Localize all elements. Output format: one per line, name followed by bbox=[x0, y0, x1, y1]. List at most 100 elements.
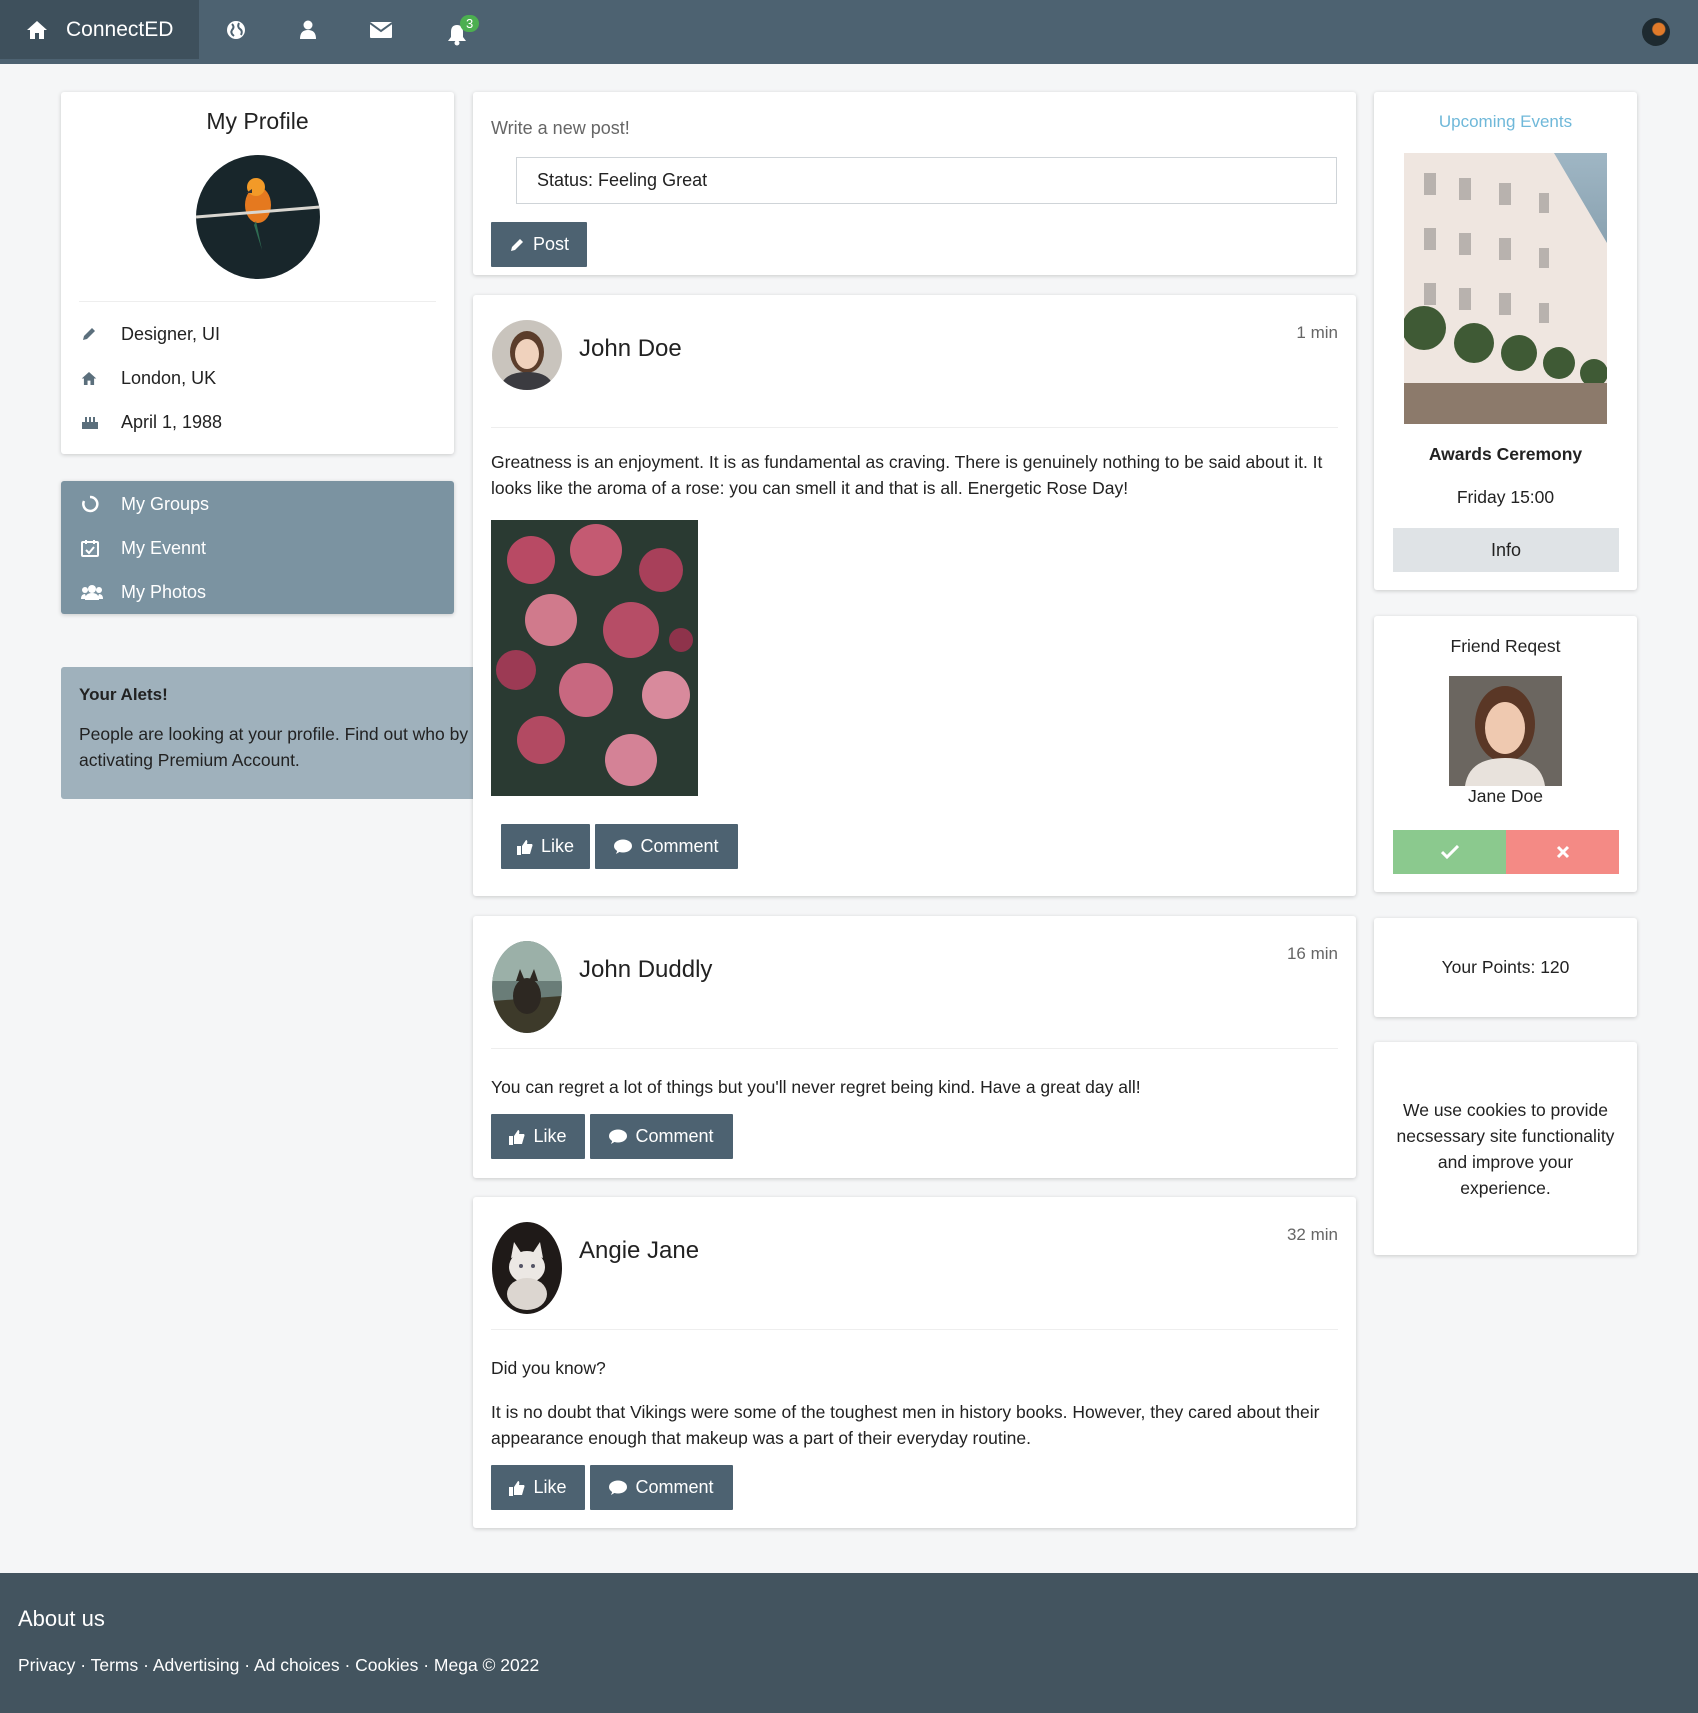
post-card: John Duddly 16 min You can regret a lot … bbox=[473, 916, 1356, 1178]
globe-nav-button[interactable] bbox=[201, 0, 271, 59]
post-header: John Duddly 16 min bbox=[473, 916, 1356, 1050]
footer-title[interactable]: About us bbox=[18, 1606, 105, 1632]
comment-button[interactable]: Comment bbox=[595, 824, 738, 869]
event-info-button[interactable]: Info bbox=[1393, 528, 1619, 572]
like-button[interactable]: Like bbox=[491, 1465, 585, 1510]
cookie-notice: We use cookies to provide necsessary sit… bbox=[1374, 1042, 1637, 1255]
footer: About us Privacy · Terms · Advertising ·… bbox=[0, 1573, 1698, 1713]
post-time: 16 min bbox=[1286, 944, 1338, 963]
alert-text: People are looking at your profile. Find… bbox=[79, 724, 469, 770]
friend-request-name[interactable]: Jane Doe bbox=[1374, 786, 1637, 807]
pencil-icon bbox=[510, 238, 523, 251]
pencil-icon bbox=[83, 328, 95, 340]
menu-label-photos: My Photos bbox=[121, 581, 207, 602]
thumbs-up-icon bbox=[509, 1129, 525, 1145]
menu-label-events: My Evennt bbox=[121, 537, 207, 558]
circle-notch-icon bbox=[82, 495, 99, 513]
menu-item-photos[interactable]: My Photos bbox=[61, 570, 454, 614]
post-author-name[interactable]: John Duddly bbox=[579, 956, 712, 984]
alert-title: Your Alets! bbox=[79, 685, 168, 704]
comment-button[interactable]: Comment bbox=[590, 1114, 733, 1159]
accept-friend-button[interactable] bbox=[1393, 830, 1506, 874]
comment-label: Comment bbox=[635, 1126, 714, 1146]
messages-nav-button[interactable] bbox=[346, 0, 416, 59]
brand-name: ConnectED bbox=[66, 17, 174, 41]
post-header: John Doe 1 min bbox=[473, 295, 1356, 429]
profile-card: My Profile Designer, UI London, UK April… bbox=[61, 92, 454, 454]
profile-nav-button[interactable] bbox=[273, 0, 343, 59]
premium-alert: Your Alets! People are looking at your p… bbox=[61, 667, 491, 799]
post-time: 32 min bbox=[1286, 1225, 1338, 1244]
composer-prompt: Write a new post! bbox=[491, 118, 630, 138]
cookie-text: We use cookies to provide necsessary sit… bbox=[1396, 1099, 1615, 1198]
menu-item-groups[interactable]: My Groups bbox=[61, 482, 454, 526]
globe-icon bbox=[227, 20, 245, 39]
profile-avatar[interactable] bbox=[195, 155, 320, 279]
post-text: You can regret a lot of things but you'l… bbox=[491, 1077, 1141, 1097]
birthday-cake-icon bbox=[82, 417, 98, 429]
user-avatar-menu[interactable] bbox=[1642, 18, 1670, 46]
friend-request-heading: Friend Reqest bbox=[1450, 636, 1561, 656]
post-button[interactable]: Post bbox=[491, 222, 587, 267]
event-time: Friday 15:00 bbox=[1456, 487, 1555, 507]
comment-icon bbox=[609, 1129, 628, 1144]
like-label: Like bbox=[533, 1477, 567, 1497]
post-author-avatar[interactable] bbox=[492, 941, 562, 1033]
thumbs-up-icon bbox=[509, 1480, 525, 1496]
profile-birthday-row: April 1, 1988 bbox=[61, 400, 454, 444]
like-label: Like bbox=[540, 836, 575, 856]
profile-location-row: London, UK bbox=[61, 356, 454, 400]
post-card: John Doe 1 min Greatness is an enjoyment… bbox=[473, 295, 1356, 896]
friend-request-photo[interactable] bbox=[1449, 676, 1562, 786]
post-text-intro: Did you know? bbox=[491, 1358, 606, 1378]
notification-badge: 3 bbox=[460, 15, 480, 32]
like-label: Like bbox=[533, 1126, 567, 1146]
side-menu: My Groups My Evennt My Photos bbox=[61, 481, 454, 614]
post-author-name[interactable]: Angie Jane bbox=[579, 1237, 699, 1265]
event-name: Awards Ceremony bbox=[1428, 444, 1583, 464]
profile-birthday: April 1, 1988 bbox=[121, 411, 223, 432]
comment-icon bbox=[609, 1480, 628, 1495]
profile-job-row: Designer, UI bbox=[61, 312, 454, 356]
comment-label: Comment bbox=[640, 836, 719, 856]
menu-item-events[interactable]: My Evennt bbox=[61, 526, 454, 570]
post-text: Greatness is an enjoyment. It is as fund… bbox=[491, 452, 1323, 498]
menu-label-groups: My Groups bbox=[121, 493, 210, 514]
calendar-check-icon bbox=[81, 540, 99, 557]
post-text: It is no doubt that Vikings were some of… bbox=[491, 1402, 1320, 1448]
decline-friend-button[interactable] bbox=[1506, 830, 1619, 874]
user-icon bbox=[300, 20, 316, 39]
footer-links[interactable]: Privacy · Terms · Advertising · Ad choic… bbox=[18, 1655, 539, 1676]
comment-label: Comment bbox=[635, 1477, 714, 1497]
post-author-name[interactable]: John Doe bbox=[579, 335, 682, 363]
post-composer: Write a new post! Status: Feeling Great … bbox=[473, 92, 1356, 275]
friend-request-card: Friend Reqest Jane Doe bbox=[1374, 616, 1637, 892]
top-nav: ConnectED 3 bbox=[0, 0, 1698, 64]
close-icon bbox=[1556, 845, 1569, 859]
post-button-label: Post bbox=[532, 234, 570, 254]
comment-button[interactable]: Comment bbox=[590, 1465, 733, 1510]
home-icon bbox=[27, 20, 47, 39]
home-icon bbox=[81, 371, 97, 385]
users-icon bbox=[81, 585, 103, 600]
thumbs-up-icon bbox=[516, 839, 533, 855]
notifications-nav-button[interactable]: 3 bbox=[422, 0, 492, 59]
post-time: 1 min bbox=[1296, 323, 1338, 342]
like-button[interactable]: Like bbox=[501, 824, 590, 869]
check-icon bbox=[1440, 845, 1459, 859]
like-button[interactable]: Like bbox=[491, 1114, 585, 1159]
profile-title: My Profile bbox=[206, 108, 309, 134]
comment-icon bbox=[614, 839, 633, 854]
post-author-avatar[interactable] bbox=[492, 1222, 562, 1314]
points-text: Your Points: 120 bbox=[1441, 957, 1570, 977]
profile-job: Designer, UI bbox=[121, 323, 221, 344]
brand-home-link[interactable]: ConnectED bbox=[0, 0, 199, 59]
status-input[interactable]: Status: Feeling Great bbox=[516, 157, 1337, 204]
event-image[interactable] bbox=[1404, 153, 1607, 424]
post-header: Angie Jane 32 min bbox=[473, 1197, 1356, 1331]
points-card: Your Points: 120 bbox=[1374, 918, 1637, 1017]
profile-location: London, UK bbox=[121, 367, 217, 388]
post-card: Angie Jane 32 min Did you know? It is no… bbox=[473, 1197, 1356, 1528]
post-author-avatar[interactable] bbox=[492, 320, 562, 390]
post-image-roses[interactable] bbox=[491, 520, 698, 796]
